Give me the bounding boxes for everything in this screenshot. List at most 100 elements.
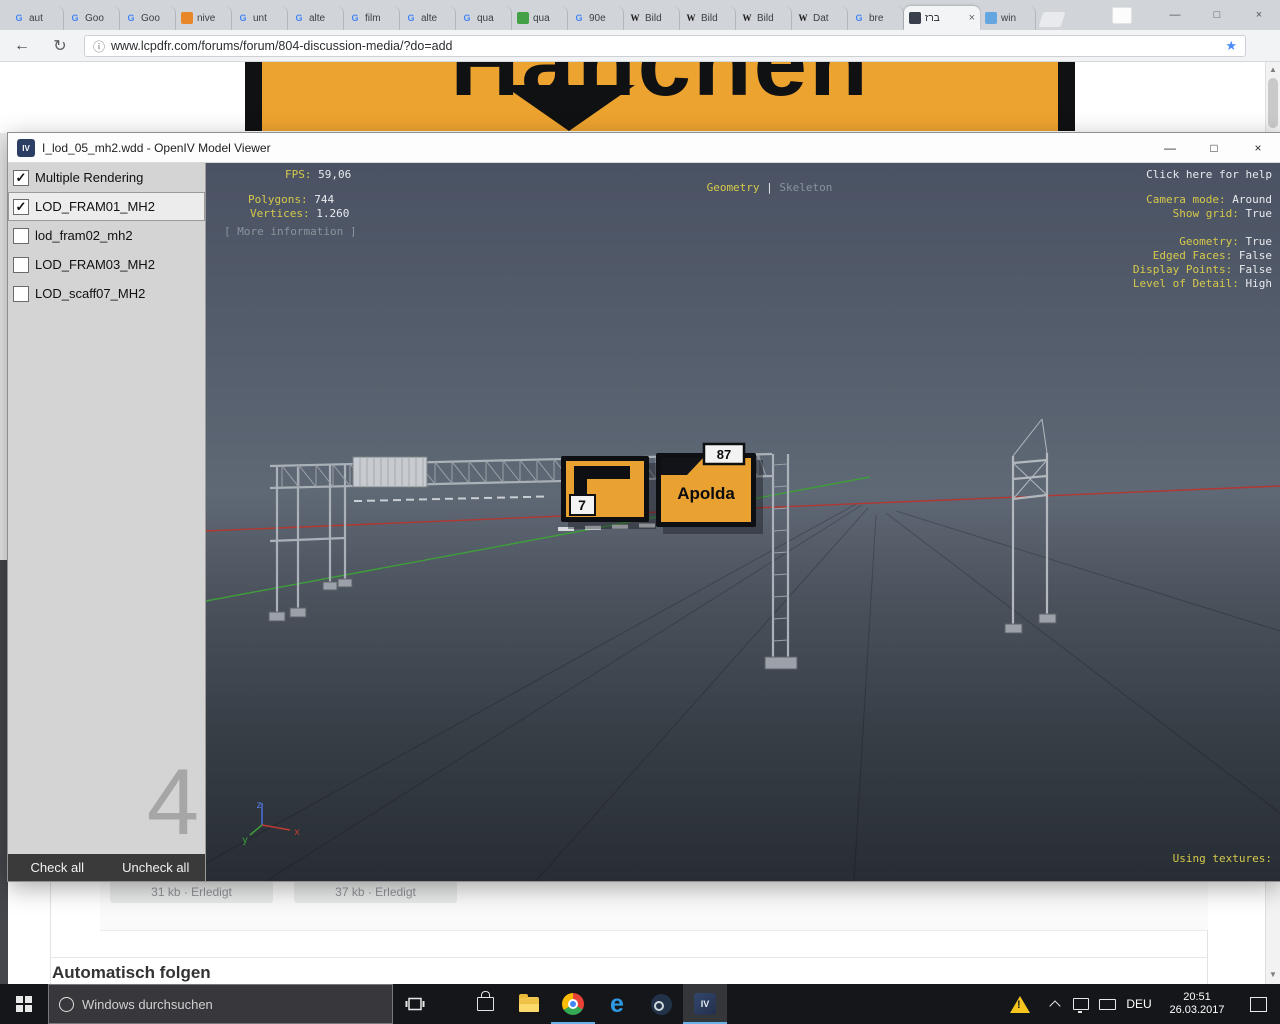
browser-tab[interactable]: G qua [456, 6, 512, 30]
attachment-chip[interactable]: 37 kb · Erledigt [294, 881, 457, 903]
edge-icon[interactable]: e [595, 984, 639, 1024]
model-checkbox[interactable]: ✓ [13, 170, 29, 186]
new-tab-button[interactable] [1039, 12, 1066, 27]
language-indicator[interactable]: DEU [1120, 997, 1158, 1011]
scroll-thumb[interactable] [1268, 78, 1278, 128]
url-text[interactable]: www.lcpdfr.com/forums/forum/804-discussi… [111, 39, 1219, 53]
browser-tab[interactable]: G unt [232, 6, 288, 30]
browser-tab[interactable]: G Goo [120, 6, 176, 30]
file-explorer-icon[interactable] [507, 984, 551, 1024]
model-checkbox[interactable] [13, 228, 29, 244]
openiv-minimize-button[interactable]: — [1148, 133, 1192, 163]
tab-label: qua [477, 13, 506, 24]
browser-tab[interactable]: nive [176, 6, 232, 30]
openiv-app-icon: IV [17, 139, 35, 157]
start-button[interactable] [0, 984, 48, 1024]
model-label: Multiple Rendering [35, 170, 143, 185]
browser-tab[interactable]: win [980, 6, 1036, 30]
attachment-chip[interactable]: 31 kb · Erledigt [110, 881, 273, 903]
ground-grid [206, 503, 1280, 881]
more-information-link[interactable]: [ More information ] [224, 225, 356, 238]
tab-label: Goo [141, 13, 170, 24]
check-all-button[interactable]: Check all [8, 860, 107, 875]
browser-maximize-button[interactable]: □ [1196, 0, 1238, 30]
model-list-item[interactable]: ✓ LOD_FRAM01_MH2 [8, 192, 205, 221]
model-label: lod_fram02_mh2 [35, 228, 133, 243]
openiv-window-controls: — □ × [1148, 133, 1280, 163]
model-list-item[interactable]: LOD_scaff07_MH2 [8, 279, 205, 308]
browser-tab[interactable]: G Goo [64, 6, 120, 30]
browser-tab[interactable]: W Bild [624, 6, 680, 30]
store-icon[interactable] [463, 984, 507, 1024]
section-divider [50, 957, 1208, 958]
tab-favicon: G [13, 12, 25, 24]
tab-close-icon[interactable]: × [969, 12, 975, 24]
viewport-3d-scene[interactable]: 7 Apolda 87 [206, 163, 1280, 881]
tray-keyboard-icon[interactable] [1094, 984, 1120, 1024]
task-view-button[interactable] [393, 984, 437, 1024]
tab-favicon: W [741, 12, 753, 24]
apolda-sign: Apolda 87 [656, 444, 763, 534]
mode-switcher: Geometry | Skeleton [654, 168, 833, 207]
browser-tab[interactable]: W Bild [680, 6, 736, 30]
browser-tab[interactable]: G aut [8, 6, 64, 30]
browser-minimize-button[interactable]: — [1154, 0, 1196, 30]
action-center-icon[interactable] [1236, 984, 1280, 1024]
axis-x-label: x [294, 827, 300, 838]
tab-favicon [517, 12, 529, 24]
browser-tab[interactable]: G alte [400, 6, 456, 30]
warning-tray-icon[interactable]: ! [998, 984, 1042, 1024]
clock[interactable]: 20:51 26.03.2017 [1158, 991, 1236, 1017]
clock-time: 20:51 [1158, 991, 1236, 1004]
openiv-title-bar[interactable]: IV I_lod_05_mh2.wdd - OpenIV Model Viewe… [8, 133, 1280, 163]
address-bar[interactable]: ⓘ www.lcpdfr.com/forums/forum/804-discus… [84, 35, 1246, 57]
taskbar-search[interactable]: Windows durchsuchen [48, 984, 393, 1024]
openiv-close-button[interactable]: × [1236, 133, 1280, 163]
help-link[interactable]: Click here for help [1146, 168, 1272, 181]
scroll-down-icon[interactable]: ▼ [1266, 970, 1280, 979]
banner-right-bar [1058, 62, 1075, 131]
model-label: LOD_scaff07_MH2 [35, 286, 145, 301]
browser-tab[interactable]: G 90e [568, 6, 624, 30]
tab-skeleton[interactable]: Skeleton [779, 181, 832, 194]
model-checkbox[interactable] [13, 286, 29, 302]
model-label: LOD_FRAM03_MH2 [35, 257, 155, 272]
openiv-taskbar-icon[interactable]: IV [683, 984, 727, 1024]
tray-display-icon[interactable] [1068, 984, 1094, 1024]
bookmark-star-icon[interactable]: ★ [1225, 38, 1237, 54]
browser-tab[interactable]: G film [344, 6, 400, 30]
model-checkbox[interactable] [13, 257, 29, 273]
browser-tab[interactable]: W Bild [736, 6, 792, 30]
reload-icon[interactable]: ↻ [46, 30, 74, 62]
browser-tab[interactable]: G bre [848, 6, 904, 30]
viewport[interactable]: 7 Apolda 87 [206, 163, 1280, 881]
browser-close-button[interactable]: × [1238, 0, 1280, 30]
openiv-maximize-button[interactable]: □ [1192, 133, 1236, 163]
tab-geometry[interactable]: Geometry [707, 181, 760, 194]
task-view-icon [405, 997, 425, 1011]
sign2-town: Apolda [677, 484, 735, 503]
display-points-readout: Display Points: False [1133, 263, 1272, 276]
fps-readout: FPS: 59,06 [285, 168, 351, 181]
model-list-item[interactable]: lod_fram02_mh2 [8, 221, 205, 250]
browser-tab[interactable]: ברז × [904, 6, 980, 30]
uncheck-all-button[interactable]: Uncheck all [107, 860, 206, 875]
tab-label: unt [253, 13, 282, 24]
steam-icon[interactable] [639, 984, 683, 1024]
banner-left-bar [245, 62, 262, 131]
site-info-icon[interactable]: ⓘ [93, 38, 105, 55]
browser-tab[interactable]: G alte [288, 6, 344, 30]
model-label: LOD_FRAM01_MH2 [35, 199, 155, 214]
model-list-item[interactable]: ✓ Multiple Rendering [8, 163, 205, 192]
chrome-icon[interactable] [551, 984, 595, 1024]
browser-tab[interactable]: qua [512, 6, 568, 30]
browser-tab[interactable]: W Dat [792, 6, 848, 30]
tab-favicon [985, 12, 997, 24]
back-icon[interactable]: ← [8, 30, 36, 62]
tab-label: Dat [813, 13, 842, 24]
model-checkbox[interactable]: ✓ [13, 199, 29, 215]
model-list-item[interactable]: LOD_FRAM03_MH2 [8, 250, 205, 279]
model-list: ✓ Multiple Rendering ✓ LOD_FRAM01_MH2 lo… [8, 163, 205, 308]
scroll-up-icon[interactable]: ▲ [1266, 65, 1280, 74]
tray-chevron-icon[interactable] [1042, 984, 1068, 1024]
